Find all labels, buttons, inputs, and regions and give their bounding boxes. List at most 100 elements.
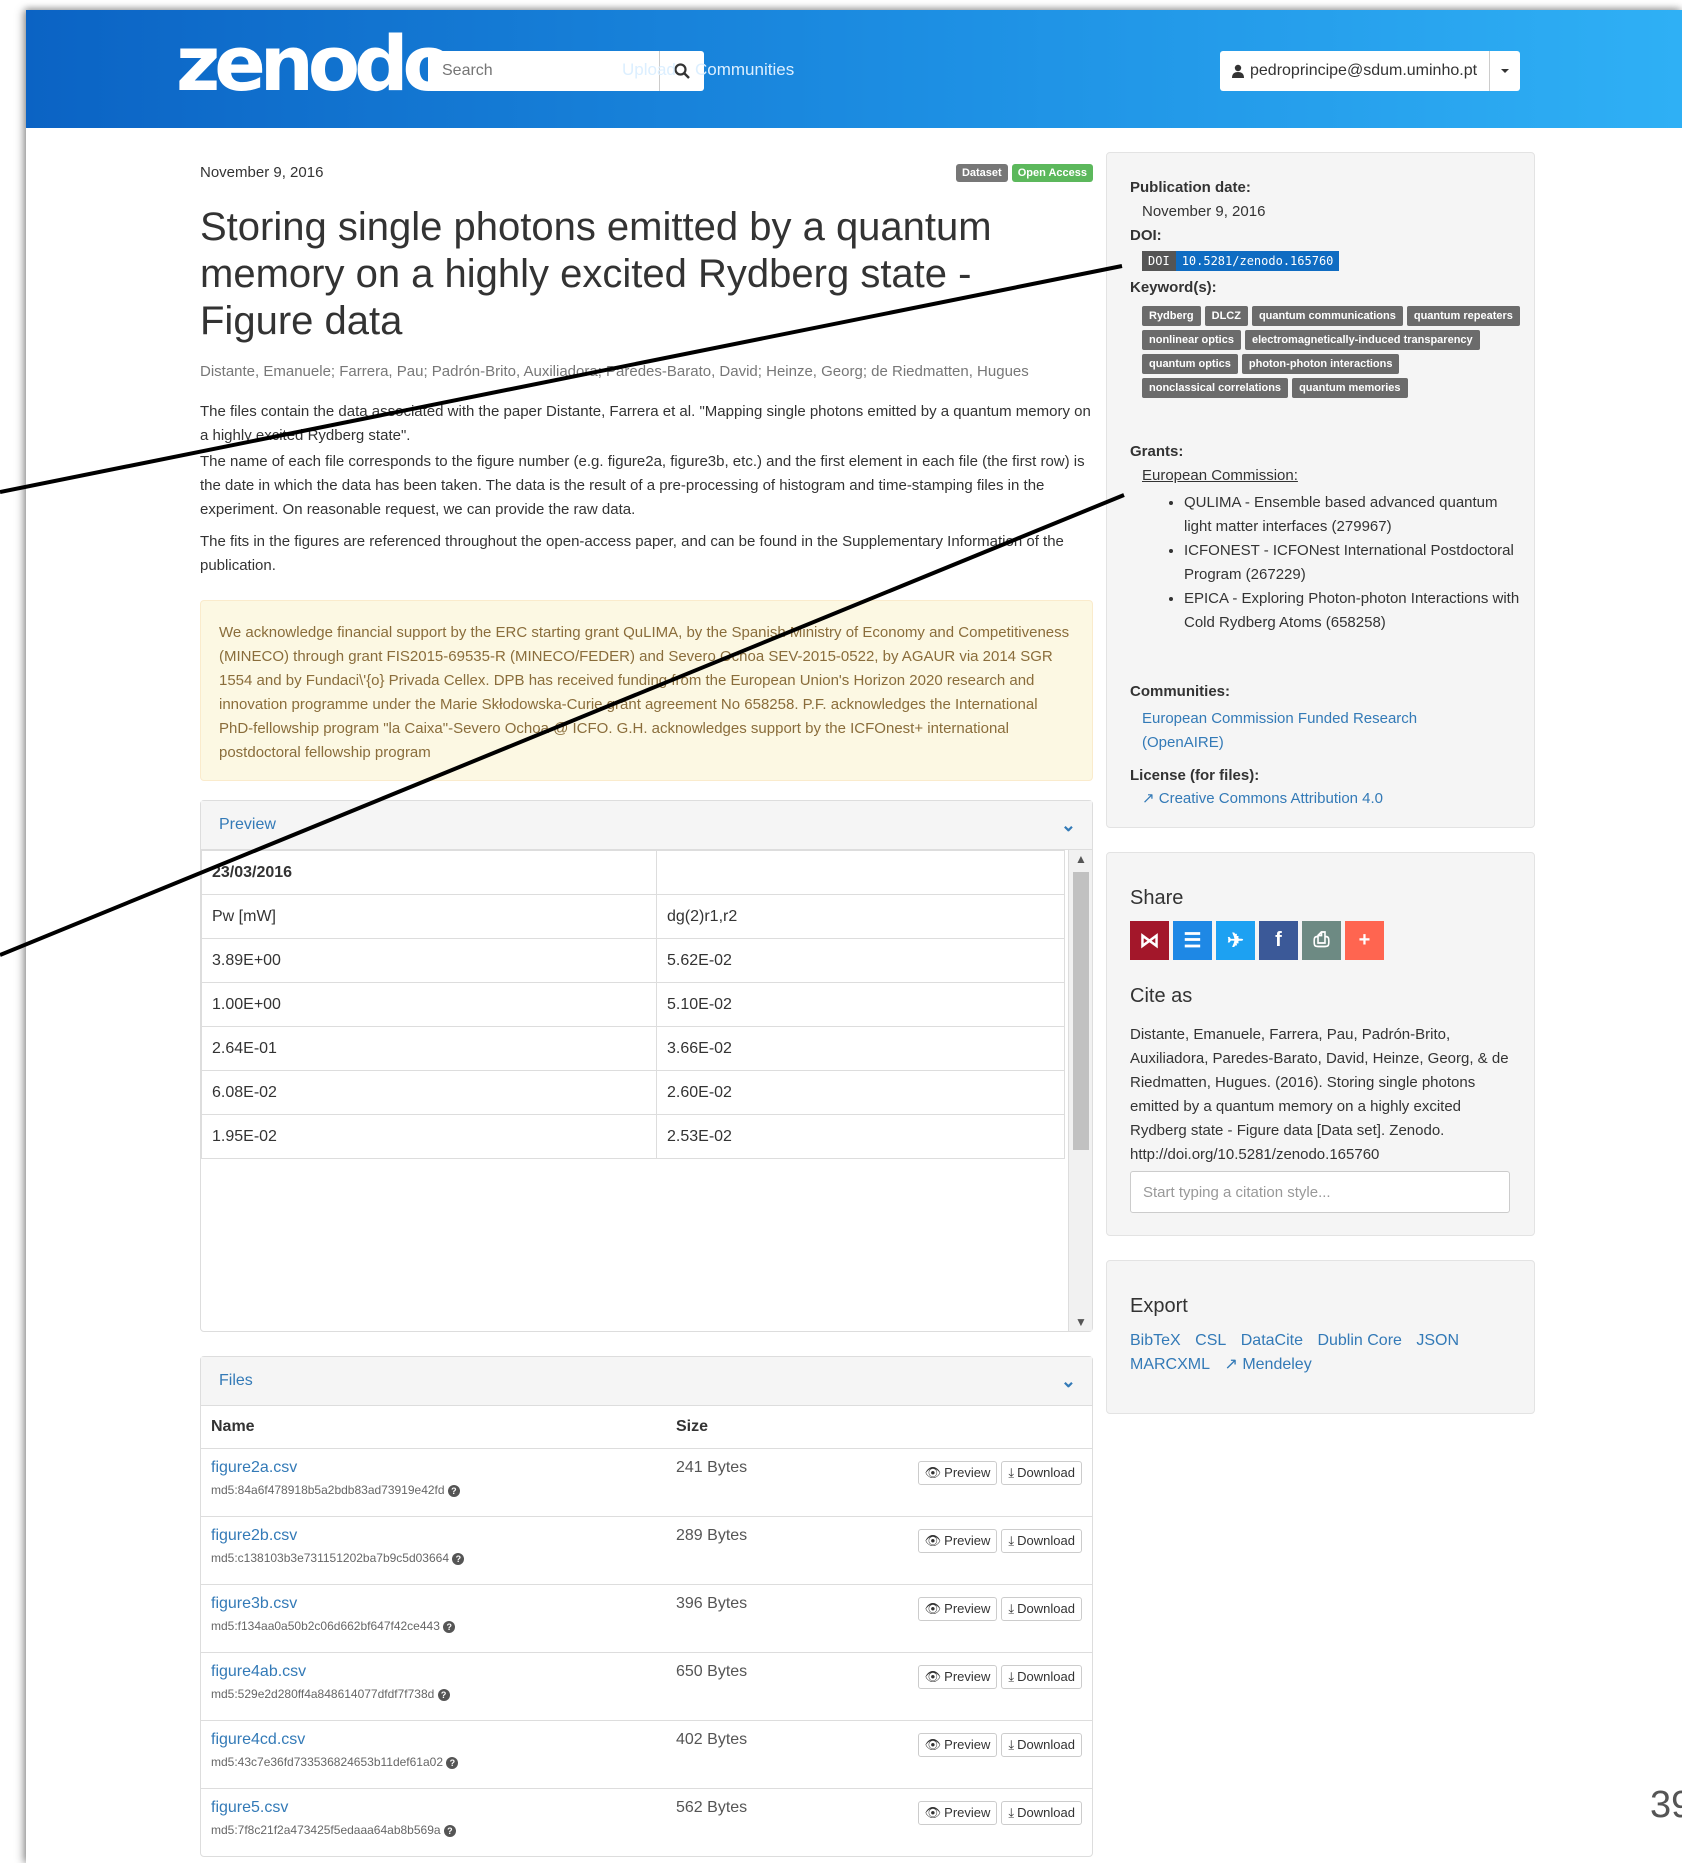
- file-link[interactable]: figure3b.csv: [211, 1595, 297, 1612]
- chevron-down-icon[interactable]: [1490, 51, 1520, 91]
- preview-scrollbar[interactable]: ▲ ▼: [1068, 850, 1092, 1331]
- keyword-tag[interactable]: nonlinear optics: [1142, 330, 1241, 350]
- nav-communities[interactable]: Communities: [695, 60, 794, 80]
- table-row: figure4ab.csv md5:529e2d280ff4a848614077d…: [201, 1651, 1092, 1720]
- export-links: BibTeX CSL DataCite Dublin Core JSON MAR…: [1130, 1329, 1510, 1377]
- file-link[interactable]: figure2b.csv: [211, 1527, 297, 1544]
- preview-button-label: Preview: [944, 1465, 991, 1480]
- eye-icon: 👁: [924, 1532, 942, 1548]
- preview-button[interactable]: 👁 Preview: [917, 1664, 998, 1689]
- description-paragraph: The fits in the figures are referenced t…: [200, 533, 1064, 574]
- keyword-tag[interactable]: electromagnetically-induced transparency: [1244, 330, 1480, 350]
- facebook-icon[interactable]: f: [1259, 921, 1298, 960]
- doi-badge-key: DOI: [1142, 251, 1176, 271]
- scroll-down-icon[interactable]: ▼: [1069, 1315, 1093, 1329]
- help-icon[interactable]: ?: [447, 1484, 460, 1497]
- size-column-header: Size: [676, 1417, 709, 1435]
- chevron-down-icon[interactable]: ⌄: [1061, 815, 1076, 836]
- community-link[interactable]: European Commission Funded Research (Ope…: [1142, 707, 1442, 755]
- file-size: 562 Bytes: [666, 1787, 807, 1856]
- actions-column-header: [807, 1406, 1092, 1448]
- download-button[interactable]: ⤓ Download: [1001, 1596, 1082, 1621]
- keyword-tag[interactable]: quantum optics: [1142, 354, 1238, 374]
- file-link[interactable]: figure5.csv: [211, 1799, 288, 1816]
- preview-button[interactable]: 👁 Preview: [917, 1460, 998, 1485]
- preview-button[interactable]: 👁 Preview: [917, 1528, 998, 1553]
- keyword-tag[interactable]: quantum communications: [1251, 306, 1403, 326]
- export-marcxml-link[interactable]: MARCXML: [1130, 1356, 1210, 1373]
- chevron-down-icon[interactable]: ⌄: [1061, 1371, 1076, 1392]
- license-label: License (for files):: [1130, 767, 1260, 784]
- file-checksum: md5:c138103b3e731151202ba7b9c5d03664 ?: [211, 1551, 656, 1565]
- top-navbar: zenodo Upload Communities pedroprincipe@…: [26, 10, 1682, 128]
- file-link[interactable]: figure4cd.csv: [211, 1731, 305, 1748]
- download-button[interactable]: ⤓ Download: [1001, 1460, 1082, 1485]
- help-icon[interactable]: ?: [446, 1756, 459, 1769]
- preview-button[interactable]: 👁 Preview: [917, 1596, 998, 1621]
- download-button-label: Download: [1017, 1737, 1075, 1752]
- export-dublin-core-link[interactable]: Dublin Core: [1317, 1332, 1401, 1349]
- eye-icon: 👁: [924, 1804, 942, 1820]
- print-icon[interactable]: ⎙: [1302, 921, 1341, 960]
- help-icon[interactable]: ?: [437, 1688, 450, 1701]
- export-bibtex-link[interactable]: BibTeX: [1130, 1332, 1181, 1349]
- files-panel-header[interactable]: Files ⌄: [201, 1357, 1092, 1406]
- keyword-list: Rydberg DLCZ quantum communications quan…: [1142, 306, 1532, 398]
- doi-badge[interactable]: DOI 10.5281/zenodo.165760: [1142, 251, 1340, 271]
- search-icon: [674, 63, 690, 79]
- keyword-tag[interactable]: photon-photon interactions: [1241, 354, 1400, 374]
- help-icon[interactable]: ?: [443, 1824, 456, 1837]
- file-checksum: md5:7f8c21f2a473425f5edaaa64ab8b569a ?: [211, 1823, 656, 1837]
- preview-button-label: Preview: [944, 1601, 991, 1616]
- preview-button[interactable]: 👁 Preview: [917, 1800, 998, 1825]
- file-link[interactable]: figure2a.csv: [211, 1459, 297, 1476]
- export-mendeley-link[interactable]: ↗ Mendeley: [1224, 1356, 1311, 1373]
- table-row: figure3b.csv md5:f134aa0a50b2c06d662bf647…: [201, 1583, 1092, 1652]
- help-icon[interactable]: ?: [443, 1620, 456, 1633]
- external-link-icon: ↗: [1142, 790, 1155, 807]
- twitter-icon[interactable]: ✈: [1216, 921, 1255, 960]
- preview-panel-header[interactable]: Preview ⌄: [201, 801, 1092, 850]
- export-json-link[interactable]: JSON: [1416, 1332, 1459, 1349]
- keyword-tag[interactable]: nonclassical correlations: [1142, 378, 1289, 398]
- keyword-tag[interactable]: Rydberg: [1142, 306, 1201, 326]
- dataset-badge: Dataset: [955, 164, 1008, 182]
- list-icon[interactable]: ☰: [1173, 921, 1212, 960]
- scrollbar-thumb[interactable]: [1073, 872, 1089, 1150]
- help-icon[interactable]: ?: [452, 1552, 465, 1565]
- export-csl-link[interactable]: CSL: [1195, 1332, 1226, 1349]
- download-button[interactable]: ⤓ Download: [1001, 1800, 1082, 1825]
- download-button-label: Download: [1017, 1805, 1075, 1820]
- preview-button[interactable]: 👁 Preview: [917, 1732, 998, 1757]
- nav-upload[interactable]: Upload: [622, 60, 676, 80]
- user-menu-button[interactable]: pedroprincipe@sdum.uminho.pt: [1220, 51, 1521, 91]
- mendeley-icon[interactable]: ⋈: [1130, 921, 1169, 960]
- license-text: Creative Commons Attribution 4.0: [1158, 790, 1384, 807]
- table-cell: 5.62E-02: [656, 938, 1065, 983]
- open-access-badge: Open Access: [1011, 164, 1093, 182]
- eye-icon: 👁: [924, 1600, 942, 1616]
- table-cell: 3.66E-02: [656, 1026, 1065, 1071]
- citation-style-input[interactable]: Start typing a citation style...: [1130, 1171, 1510, 1213]
- keyword-tag[interactable]: quantum memories: [1292, 378, 1408, 398]
- export-panel: Export BibTeX CSL DataCite Dublin Core J…: [1106, 1260, 1535, 1414]
- keyword-tag[interactable]: DLCZ: [1204, 306, 1248, 326]
- download-button[interactable]: ⤓ Download: [1001, 1664, 1082, 1689]
- license-link[interactable]: ↗ Creative Commons Attribution 4.0: [1142, 789, 1383, 807]
- download-button[interactable]: ⤓ Download: [1001, 1528, 1082, 1553]
- file-link[interactable]: figure4ab.csv: [211, 1663, 306, 1680]
- zenodo-logo[interactable]: zenodo: [176, 24, 455, 104]
- download-button-label: Download: [1017, 1601, 1075, 1616]
- table-cell: 5.10E-02: [656, 982, 1065, 1027]
- table-cell: Pw [mW]: [201, 894, 657, 939]
- download-icon: ⤓: [1008, 1464, 1015, 1480]
- export-datacite-link[interactable]: DataCite: [1241, 1332, 1303, 1349]
- communities-label: Communities:: [1130, 683, 1231, 700]
- table-row: 3.89E+00 5.62E-02: [201, 938, 1065, 983]
- plus-icon[interactable]: +: [1345, 921, 1384, 960]
- keyword-tag[interactable]: quantum repeaters: [1406, 306, 1520, 326]
- scroll-up-icon[interactable]: ▲: [1069, 852, 1093, 866]
- download-button[interactable]: ⤓ Download: [1001, 1732, 1082, 1757]
- md5-text: md5:7f8c21f2a473425f5edaaa64ab8b569a: [211, 1822, 441, 1837]
- publication-date: November 9, 2016: [1142, 203, 1266, 220]
